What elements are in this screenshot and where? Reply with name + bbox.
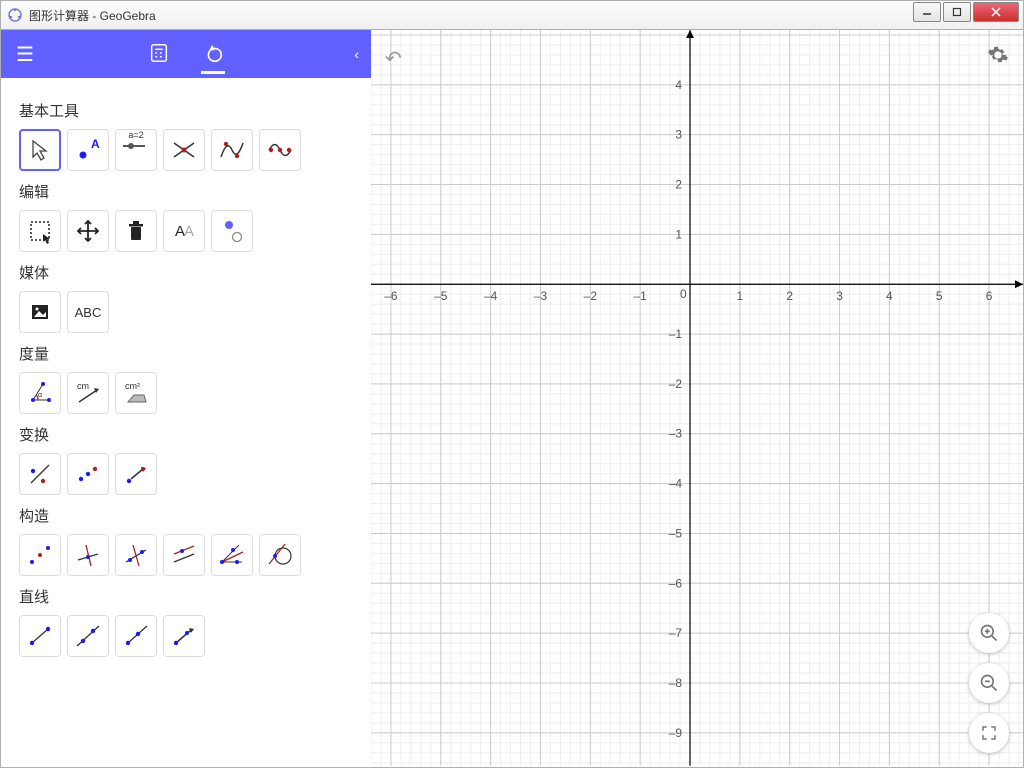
- svg-text:–7: –7: [669, 626, 683, 640]
- tool-intersect[interactable]: [163, 129, 205, 171]
- section-measure-title: 度量: [19, 343, 353, 364]
- tool-line[interactable]: [67, 615, 109, 657]
- tool-perpendicular[interactable]: [67, 534, 109, 576]
- svg-text:–9: –9: [669, 726, 683, 740]
- svg-text:cm: cm: [77, 381, 89, 391]
- svg-text:α: α: [38, 392, 42, 399]
- svg-text:–4: –4: [484, 289, 498, 303]
- graph-view[interactable]: ↶ –6–5–4–3–2–101234564321–1–2–3–4–5–6–7–…: [371, 30, 1023, 767]
- svg-text:0: 0: [680, 287, 687, 301]
- tool-select[interactable]: [19, 210, 61, 252]
- graph-canvas[interactable]: –6 –5 –4 –3 –2 –1 0 1 2 3 4 5 6 4 3 2 1 –1 –2 –3 –4 –5 –6 –7 –8 –…: [371, 30, 1023, 766]
- section-construct-title: 构造: [19, 505, 353, 526]
- svg-text:4: 4: [675, 78, 682, 92]
- svg-text:2: 2: [675, 178, 682, 192]
- maximize-button[interactable]: [943, 2, 971, 22]
- settings-button[interactable]: [981, 38, 1015, 78]
- tool-move[interactable]: [19, 129, 61, 171]
- close-button[interactable]: [973, 2, 1019, 22]
- svg-text:–3: –3: [534, 289, 548, 303]
- svg-text:1: 1: [675, 227, 682, 241]
- tool-angle-bisector[interactable]: [211, 534, 253, 576]
- svg-text:–2: –2: [669, 377, 683, 391]
- tool-slider[interactable]: a=2: [115, 129, 157, 171]
- svg-text:–2: –2: [584, 289, 598, 303]
- svg-text:–8: –8: [669, 676, 683, 690]
- section-transform-title: 变换: [19, 424, 353, 445]
- svg-text:–6: –6: [669, 576, 683, 590]
- svg-text:–3: –3: [669, 427, 683, 441]
- sidebar: ☰ ‹ 基本工具 A a=2 编辑: [1, 30, 371, 767]
- collapse-sidebar-button[interactable]: ‹: [354, 46, 359, 62]
- svg-text:3: 3: [675, 128, 682, 142]
- tool-translate[interactable]: [115, 453, 157, 495]
- fullscreen-button[interactable]: [969, 713, 1009, 753]
- window-titlebar: 图形计算器 - GeoGebra: [0, 0, 1024, 30]
- tool-extremum[interactable]: [211, 129, 253, 171]
- menu-button[interactable]: ☰: [1, 42, 49, 67]
- tool-parallel[interactable]: [163, 534, 205, 576]
- svg-text:–4: –4: [669, 477, 683, 491]
- tool-distance[interactable]: cm: [67, 372, 109, 414]
- svg-text:5: 5: [936, 289, 943, 303]
- tab-tools[interactable]: [201, 34, 225, 74]
- tool-vector[interactable]: [163, 615, 205, 657]
- tool-panel: 基本工具 A a=2 编辑 AA 媒体 ABC: [1, 78, 371, 767]
- tool-reflect-point[interactable]: [67, 453, 109, 495]
- tool-segment[interactable]: [19, 615, 61, 657]
- zoom-in-button[interactable]: [969, 613, 1009, 653]
- sidebar-topbar: ☰ ‹: [1, 30, 371, 78]
- tool-text[interactable]: ABC: [67, 291, 109, 333]
- tool-area[interactable]: cm²: [115, 372, 157, 414]
- svg-text:–5: –5: [434, 289, 448, 303]
- svg-text:–5: –5: [669, 526, 683, 540]
- tool-reflect-line[interactable]: [19, 453, 61, 495]
- section-line-title: 直线: [19, 586, 353, 607]
- tool-delete[interactable]: [115, 210, 157, 252]
- window-title: 图形计算器 - GeoGebra: [29, 7, 913, 24]
- tool-perp-bisector[interactable]: [115, 534, 157, 576]
- svg-text:1: 1: [737, 289, 744, 303]
- window-buttons: [913, 2, 1019, 22]
- svg-text:–6: –6: [384, 289, 398, 303]
- tool-angle[interactable]: α: [19, 372, 61, 414]
- svg-text:6: 6: [986, 289, 993, 303]
- svg-text:3: 3: [836, 289, 843, 303]
- tool-roots[interactable]: [259, 129, 301, 171]
- tool-ray[interactable]: [115, 615, 157, 657]
- tool-tangent[interactable]: [259, 534, 301, 576]
- svg-text:4: 4: [886, 289, 893, 303]
- section-edit-title: 编辑: [19, 181, 353, 202]
- svg-text:2: 2: [786, 289, 793, 303]
- app-icon: [7, 7, 23, 23]
- section-media-title: 媒体: [19, 262, 353, 283]
- undo-button[interactable]: ↶: [379, 40, 408, 77]
- tool-image[interactable]: [19, 291, 61, 333]
- tool-midpoint[interactable]: [19, 534, 61, 576]
- svg-text:–1: –1: [669, 327, 683, 341]
- tool-point[interactable]: A: [67, 129, 109, 171]
- tool-copy-style[interactable]: [211, 210, 253, 252]
- tool-move-view[interactable]: [67, 210, 109, 252]
- svg-text:cm²: cm²: [125, 381, 140, 391]
- section-basic-title: 基本工具: [19, 100, 353, 121]
- tab-algebra[interactable]: [147, 34, 171, 74]
- svg-text:–1: –1: [634, 289, 648, 303]
- svg-text:A: A: [91, 137, 100, 151]
- zoom-out-button[interactable]: [969, 663, 1009, 703]
- tool-label[interactable]: AA: [163, 210, 205, 252]
- minimize-button[interactable]: [913, 2, 941, 22]
